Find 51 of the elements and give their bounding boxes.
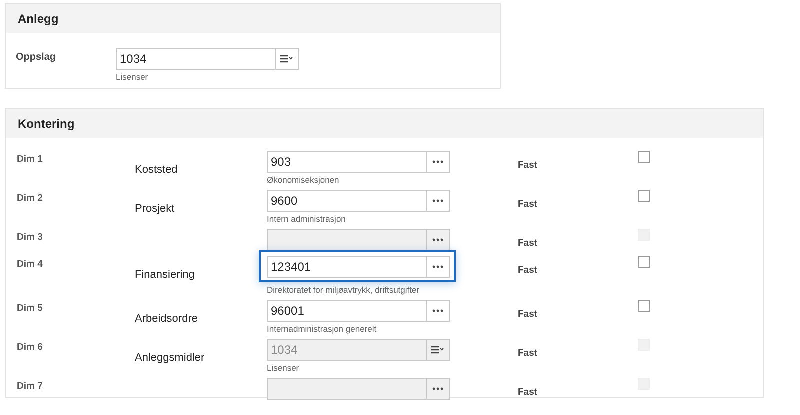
ellipsis-icon <box>432 160 444 164</box>
lookup-field[interactable]: 123401 <box>267 256 450 278</box>
list-caret-icon <box>431 346 445 354</box>
field-hint: Internadministrasjon generelt <box>267 324 378 335</box>
dimension-name: Arbeidsordre <box>135 313 198 325</box>
fast-label: Fast <box>518 264 539 276</box>
ellipsis-icon <box>432 265 444 269</box>
list-caret-icon <box>280 55 294 63</box>
fast-checkbox[interactable] <box>638 300 650 312</box>
fast-checkbox[interactable] <box>638 190 650 202</box>
field-hint: Økonomiseksjonen <box>267 175 340 186</box>
dimension-label: Dim 1 <box>17 153 44 167</box>
fast-label: Fast <box>518 386 539 398</box>
dimension-name: Finansiering <box>135 269 195 281</box>
dimension-label: Dim 2 <box>17 192 44 206</box>
field-hint: Lisenser <box>116 72 150 83</box>
ellipsis-icon <box>432 309 444 313</box>
field-value: 96001 <box>270 303 306 320</box>
field-hint: Lisenser <box>267 363 300 374</box>
dimension-label: Dim 6 <box>17 341 44 355</box>
fast-label: Fast <box>518 347 539 359</box>
lookup-field[interactable]: 9600 <box>267 190 450 212</box>
dimension-name: Koststed <box>135 164 178 176</box>
dimension-label: Dim 5 <box>17 302 44 316</box>
fast-label: Fast <box>518 308 539 320</box>
field-value: 9600 <box>270 193 299 210</box>
dimension-label: Dim 3 <box>17 231 44 245</box>
panel-title: Anlegg <box>18 12 59 26</box>
dimension-name: Prosjekt <box>135 203 175 215</box>
dimension-name: Anleggsmidler <box>135 352 205 364</box>
fast-checkbox[interactable] <box>638 151 650 163</box>
fast-label: Fast <box>518 198 539 210</box>
lookup-field[interactable]: 1034 <box>116 48 299 70</box>
field-hint: Intern administrasjon <box>267 214 347 225</box>
field-label: Oppslag <box>16 51 58 65</box>
dimension-label: Dim 7 <box>17 380 44 394</box>
ellipsis-icon <box>432 238 444 242</box>
dimension-label: Dim 4 <box>17 258 44 272</box>
lookup-field[interactable]: 903 <box>267 151 450 173</box>
field-value: 1034 <box>270 342 299 359</box>
ellipsis-icon <box>432 199 444 203</box>
ellipsis-icon <box>432 387 444 391</box>
fast-checkbox[interactable] <box>638 256 650 268</box>
field-value: 123401 <box>270 259 312 276</box>
field-value: 903 <box>270 154 292 171</box>
field-value: 1034 <box>119 51 148 68</box>
fast-label: Fast <box>518 159 539 171</box>
panel-title: Kontering <box>18 116 75 130</box>
lookup-field[interactable]: 96001 <box>267 300 450 322</box>
fast-label: Fast <box>518 237 539 249</box>
field-hint: Direktoratet for miljøavtrykk, driftsutgifter <box>267 285 421 296</box>
